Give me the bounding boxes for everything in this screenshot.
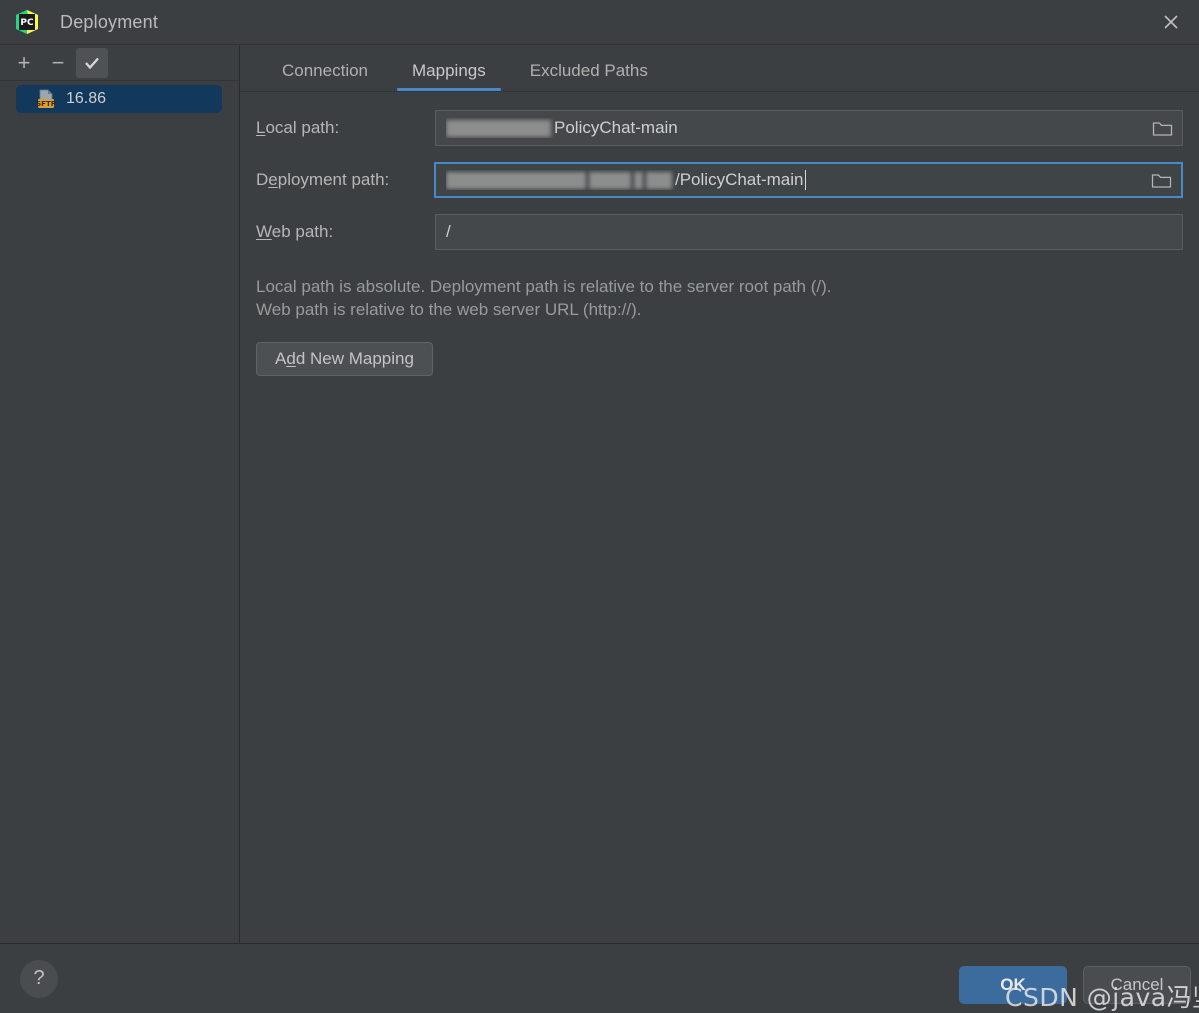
folder-icon[interactable] [1150,117,1174,139]
add-mapping-mnemonic: d [286,348,296,368]
minus-glyph: − [51,49,65,75]
web-path-input[interactable]: / [435,214,1183,250]
add-mapping-rest: d New Mapping [295,348,414,368]
add-new-mapping-button[interactable]: Add New Mapping [256,341,433,376]
local-path-label-rest: ocal path: [265,118,340,137]
tab-excluded-paths[interactable]: Excluded Paths [508,62,670,91]
plus-icon[interactable]: + [8,48,40,78]
svg-text:PC: PC [20,18,34,28]
text-caret [804,170,806,190]
web-path-value: / [446,222,451,241]
footer-buttons: OK Cancel [959,966,1191,1004]
deployment-path-label: Deployment path: [256,170,435,190]
server-list-panel: + − SFTP 16.86 [0,45,240,943]
tab-mappings[interactable]: Mappings [390,62,508,91]
local-path-input[interactable]: PolicyChat-main [435,110,1183,146]
minus-icon[interactable]: − [42,48,74,78]
deployment-path-value-wrap: /PolicyChat-main [446,170,1143,190]
redacted-block [446,119,551,137]
deployment-path-label-rest: ployment path: [277,170,390,189]
folder-icon[interactable] [1149,169,1173,191]
web-path-mnemonic: W [256,222,272,241]
deployment-path-mnemonic: e [268,170,278,189]
web-path-row: Web path: / [256,214,1183,250]
deployment-path-row: Deployment path: /PolicyChat-main [256,162,1183,198]
ok-button[interactable]: OK [959,966,1067,1004]
cancel-button[interactable]: Cancel [1083,966,1191,1004]
redacted-block [634,171,643,189]
title-bar: PC Deployment [0,0,1199,44]
sftp-server-icon: SFTP [36,89,58,109]
content-panel: Connection Mappings Excluded Paths Local… [240,45,1199,943]
web-path-label-rest: eb path: [271,222,334,241]
local-path-row: Local path: PolicyChat-main [256,110,1183,146]
deployment-path-label-prefix: D [256,170,269,189]
web-path-label: Web path: [256,222,435,242]
dialog-footer: ? OK Cancel [0,943,1199,1013]
add-mapping-prefix: A [275,348,287,368]
deployment-path-input[interactable]: /PolicyChat-main [434,162,1183,198]
check-icon[interactable] [76,47,108,78]
close-icon[interactable] [1143,0,1199,44]
help-glyph: ? [33,967,45,989]
server-list: SFTP 16.86 [0,81,239,113]
hint-line-2: Web path is relative to the web server U… [256,299,642,319]
hint-line-1: Local path is absolute. Deployment path … [256,277,832,296]
svg-text:SFTP: SFTP [36,100,56,108]
tab-connection[interactable]: Connection [260,62,390,91]
tab-bar: Connection Mappings Excluded Paths [240,45,1199,92]
mappings-form: Local path: PolicyChat-main Deployment p… [240,92,1199,250]
redacted-block [646,171,672,189]
deployment-dialog: PC Deployment + − SFTP 16.86 Connection … [0,0,1199,1013]
help-icon[interactable]: ? [20,959,58,998]
plus-glyph: + [17,49,31,75]
local-path-label: Local path: [256,118,435,138]
hint-text: Local path is absolute. Deployment path … [240,266,1199,322]
redacted-block [589,171,631,189]
pycharm-logo-icon: PC [14,9,40,35]
list-item-label: 16.86 [66,90,107,107]
local-path-value-wrap: PolicyChat-main [446,118,1144,138]
redacted-block [446,171,586,189]
window-title: Deployment [60,11,159,32]
dialog-body: + − SFTP 16.86 Connection Mappings Exclu… [0,44,1199,943]
server-list-toolbar: + − [0,45,239,81]
list-item[interactable]: SFTP 16.86 [16,85,222,113]
deployment-path-value: /PolicyChat-main [675,170,804,189]
local-path-value: PolicyChat-main [554,118,678,137]
